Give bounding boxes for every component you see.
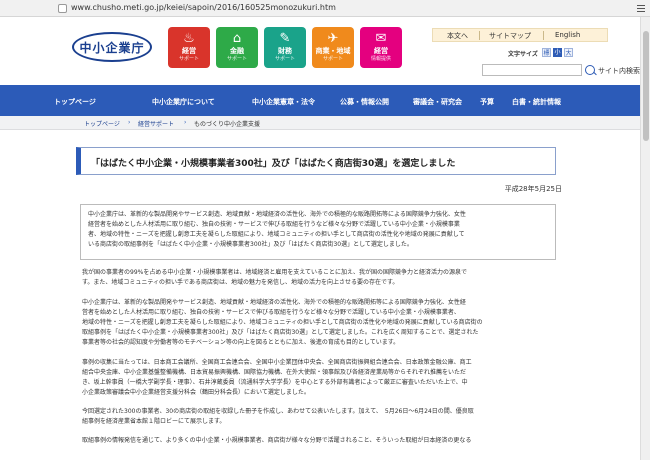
site-search-input[interactable] — [482, 64, 582, 76]
paragraph-1: 我が国の事業者の99%を占める中小企業・小規模事業者は、地域経済と雇用を支えてい… — [82, 268, 560, 288]
site-logo[interactable]: 中小企業庁 — [72, 30, 152, 64]
page-icon — [58, 4, 67, 13]
paragraph-line: き、坂上幹事員（一橋大学副学長・理事）、石井淳蔵委員（流通科学大学学長）を中心と… — [82, 379, 468, 386]
chevron-right-icon: › — [128, 119, 131, 126]
bank-icon: ⌂ — [232, 31, 242, 46]
nav-item-about[interactable]: 中小企業庁について — [152, 97, 215, 107]
menu-icon[interactable] — [636, 3, 646, 13]
paragraph-line: 事業者等の社会的認知度や労働者等のモチベーション等の向上を図るとともに加え、後進… — [82, 339, 400, 346]
font-size-large-button[interactable]: 大 — [564, 48, 573, 57]
nav-item-council[interactable]: 審議会・研究会 — [413, 97, 462, 107]
category-tile-3[interactable]: ✎ 財務 サポート — [264, 27, 306, 68]
paragraph-line: 地域の特性・ニーズを把握し創意工夫を凝らした取組により、地域コミュニティの担い手… — [82, 319, 483, 326]
top-links: 本文へ サイトマップ English — [432, 28, 608, 42]
pen-icon: ✎ — [279, 31, 291, 46]
cart-icon: ✈ — [327, 31, 339, 46]
publish-date: 平成28年5月25日 — [504, 185, 562, 193]
english-link[interactable]: English — [555, 31, 580, 39]
paragraph-line: 中小企業庁は、革新的な製品開発やサービス創造、地域貢献・地域経済の活性化、海外で… — [82, 299, 466, 306]
summary-line: 中小企業庁は、革新的な製品開発やサービス創造、地域貢献・地域経済の活性化、海外で… — [88, 211, 466, 218]
paragraph-5: 取組事例の情報発信を通じて、より多くの中小企業・小規模事業者、商店街が様々な分野… — [82, 436, 560, 446]
category-tile-4[interactable]: ✈ 商業・地域 サポート — [312, 27, 354, 68]
page-title-box: 「はばたく中小企業・小規模事業者300社」及び「はばたく商店街30選」を選定しま… — [76, 147, 556, 175]
font-size-label: 文字サイズ — [508, 51, 538, 58]
category-label: 金融 — [230, 47, 244, 55]
paragraph-line: 組事例を経済産業省本館１階ロビーにて展示します。 — [82, 418, 226, 425]
nav-item-charter[interactable]: 中小企業憲章・法令 — [252, 97, 315, 107]
breadcrumb-current: ものづくり中小企業支援 — [194, 121, 261, 128]
paragraph-line: 我が国の事業者の99%を占める中小企業・小規模事業者は、地域経済と雇用を支えてい… — [82, 269, 468, 276]
paragraph-line: 営者を始めとした人材活用に取り組む、独自の技術・サービスで伸びる取組を行うなど様… — [82, 309, 460, 316]
page-scrollbar[interactable] — [640, 17, 650, 460]
browser-url-bar[interactable]: www.chusho.meti.go.jp/keiei/sapoin/2016/… — [0, 0, 650, 17]
category-tile-5[interactable]: ✉ 経営 情報提供 — [360, 27, 402, 68]
category-sublabel: サポート — [178, 56, 199, 62]
url-text[interactable]: www.chusho.meti.go.jp/keiei/sapoin/2016/… — [71, 3, 336, 12]
nav-item-public[interactable]: 公募・情報公開 — [340, 97, 389, 107]
paragraph-line: 事例の収集に当たっては、日本商工会議所、全国商工会連合会、全国中小企業団体中央会… — [82, 359, 472, 366]
paragraph-4: 今回選定された300の事業者、30の商店街の取組を収録した冊子を作成し、あわせて… — [82, 407, 560, 427]
paragraph-line: 今回選定された300の事業者、30の商店街の取組を収録した冊子を作成し、あわせて… — [82, 408, 474, 415]
category-tile-2[interactable]: ⌂ 金融 サポート — [216, 27, 258, 68]
category-label: 経営 — [182, 47, 196, 55]
category-label: 経営 — [374, 47, 388, 55]
category-sublabel: サポート — [226, 56, 247, 62]
info-icon: ✉ — [375, 31, 387, 46]
category-label: 商業・地域 — [315, 47, 351, 55]
summary-box: 中小企業庁は、革新的な製品開発やサービス創造、地域貢献・地域経済の活性化、海外で… — [80, 204, 556, 260]
logo-text: 中小企業庁 — [79, 41, 145, 55]
font-size-standard-button[interactable]: 標 — [542, 48, 551, 57]
category-label: 財務 — [278, 47, 292, 55]
summary-line: 者、地域の特性・ニーズを把握し創意工夫を凝らした取組により、地域コミュニティの担… — [88, 231, 465, 238]
paragraph-line: 組合中央金庫、中小企業基盤整備機構、日本貿易振興機構、国際協力機構、在外大使館・… — [82, 369, 467, 376]
paragraph-3: 事例の収集に当たっては、日本商工会議所、全国商工会連合会、全国中小企業団体中央会… — [82, 358, 560, 398]
divider — [543, 31, 544, 40]
scrollbar-thumb[interactable] — [643, 31, 649, 141]
breadcrumb: トップページ › 経営サポート › ものづくり中小企業支援 — [0, 116, 640, 130]
page-title: 「はばたく中小企業・小規模事業者300社」及び「はばたく商店街30選」を選定しま… — [91, 159, 456, 169]
tornado-icon: ♨ — [183, 31, 195, 46]
breadcrumb-keiei[interactable]: 経営サポート — [138, 119, 174, 128]
breadcrumb-top[interactable]: トップページ — [84, 119, 120, 128]
summary-line: いる商店街の取組事例を「はばたく中小企業・小規模事業者300社」及び「はばたく商… — [88, 241, 413, 248]
paragraph-line: 取組事例を「はばたく中小企業・小規模事業者300社」及び「はばたく商店街30選」… — [82, 329, 479, 336]
search-icon[interactable] — [585, 65, 595, 75]
paragraph-2: 中小企業庁は、革新的な製品開発やサービス創造、地域貢献・地域経済の活性化、海外で… — [82, 298, 560, 348]
sitemap-link[interactable]: サイトマップ — [489, 31, 531, 41]
paragraph-line: 小企業政策審議会中小企業経営支援分科会（鶴田分科会長）において選定しました。 — [82, 389, 310, 396]
paragraph-line: 取組事例の情報発信を通じて、より多くの中小企業・小規模事業者、商店街が様々な分野… — [82, 437, 472, 444]
category-tile-1[interactable]: ♨ 経営 サポート — [168, 27, 210, 68]
divider — [479, 31, 480, 40]
nav-item-whitepaper[interactable]: 白書・統計情報 — [512, 97, 561, 107]
category-sublabel: 情報提供 — [370, 56, 391, 62]
nav-item-top[interactable]: トップページ — [54, 97, 96, 107]
paragraph-line: す。また、地域コミュニティの担い手である商店街は、地域の魅力を発信し、地域の活力… — [82, 279, 399, 286]
chevron-right-icon: › — [184, 119, 187, 126]
font-size-small-button[interactable]: 小 — [553, 48, 562, 57]
skip-to-content-link[interactable]: 本文へ — [447, 31, 468, 41]
category-sublabel: サポート — [322, 56, 343, 62]
category-sublabel: サポート — [274, 56, 295, 62]
nav-item-budget[interactable]: 予算 — [480, 97, 494, 107]
site-search-label[interactable]: サイト内検索 — [598, 66, 640, 76]
summary-line: 経営者を始めとした人材活用に取り組む、独自の技術・サービスで伸びる取組を行うなど… — [88, 221, 460, 228]
global-nav: トップページ 中小企業庁について 中小企業憲章・法令 公募・情報公開 審議会・研… — [0, 85, 640, 116]
